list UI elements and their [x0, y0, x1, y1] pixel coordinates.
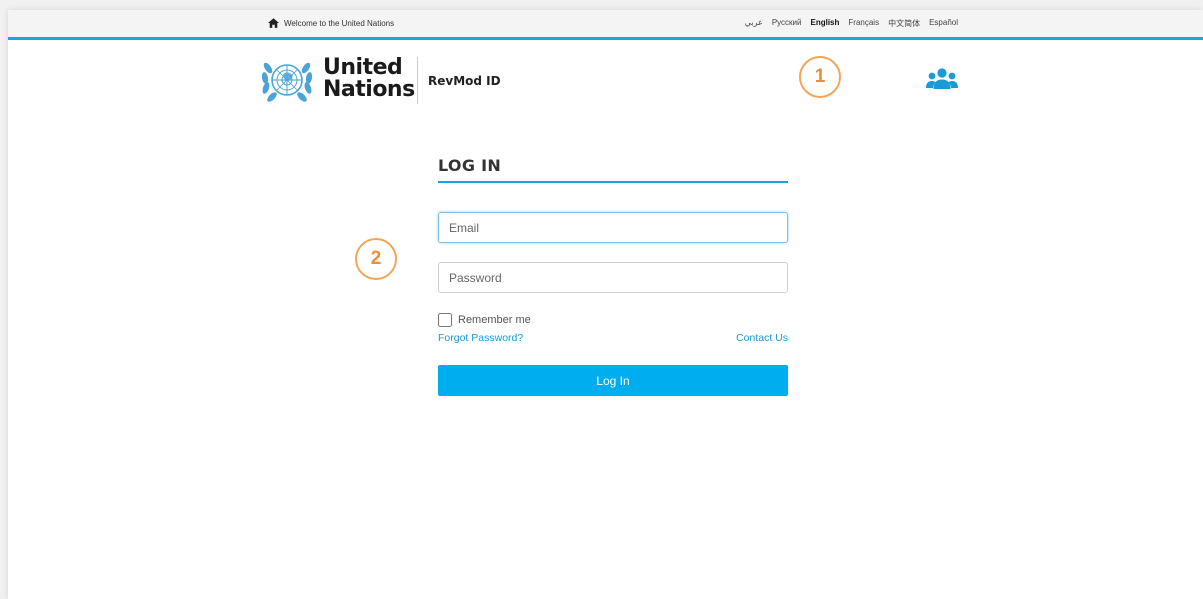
home-icon	[268, 18, 279, 28]
top-bar: Welcome to the United Nations عربي Русск…	[8, 10, 1203, 40]
forgot-password-link[interactable]: Forgot Password?	[438, 332, 523, 344]
email-input[interactable]	[438, 212, 788, 243]
login-button[interactable]: Log In	[438, 365, 788, 396]
organization-name[interactable]: United Nations	[323, 57, 415, 101]
language-arabic[interactable]: عربي	[745, 18, 763, 29]
site-header: United Nations RevMod ID	[8, 40, 1203, 110]
remember-me-checkbox[interactable]	[438, 313, 452, 327]
language-english[interactable]: English	[811, 18, 840, 29]
product-name: RevMod ID	[428, 74, 501, 88]
login-title: LOG IN	[438, 156, 788, 183]
language-chinese[interactable]: 中文简体	[888, 18, 920, 29]
org-line-1: United	[323, 55, 403, 80]
welcome-link[interactable]: Welcome to the United Nations	[268, 18, 394, 28]
page-frame: Welcome to the United Nations عربي Русск…	[8, 10, 1203, 599]
annotation-marker-2: 2	[355, 238, 397, 280]
login-form: LOG IN Remember me Forgot Password? Cont…	[438, 156, 788, 396]
language-russian[interactable]: Русский	[772, 18, 802, 29]
language-spanish[interactable]: Español	[929, 18, 958, 29]
org-line-2: Nations	[323, 77, 415, 102]
header-divider	[417, 57, 418, 104]
welcome-text: Welcome to the United Nations	[284, 18, 395, 28]
users-icon[interactable]	[926, 67, 958, 91]
remember-me-label: Remember me	[458, 314, 531, 326]
remember-me[interactable]: Remember me	[438, 313, 788, 327]
contact-us-link[interactable]: Contact Us	[736, 332, 788, 344]
annotation-marker-1: 1	[799, 56, 841, 98]
language-selector: عربي Русский English Français 中文简体 Españ…	[745, 18, 958, 29]
password-input[interactable]	[438, 262, 788, 293]
language-french[interactable]: Français	[848, 18, 879, 29]
un-emblem-icon[interactable]	[261, 54, 313, 106]
auth-links: Forgot Password? Contact Us	[438, 332, 788, 344]
